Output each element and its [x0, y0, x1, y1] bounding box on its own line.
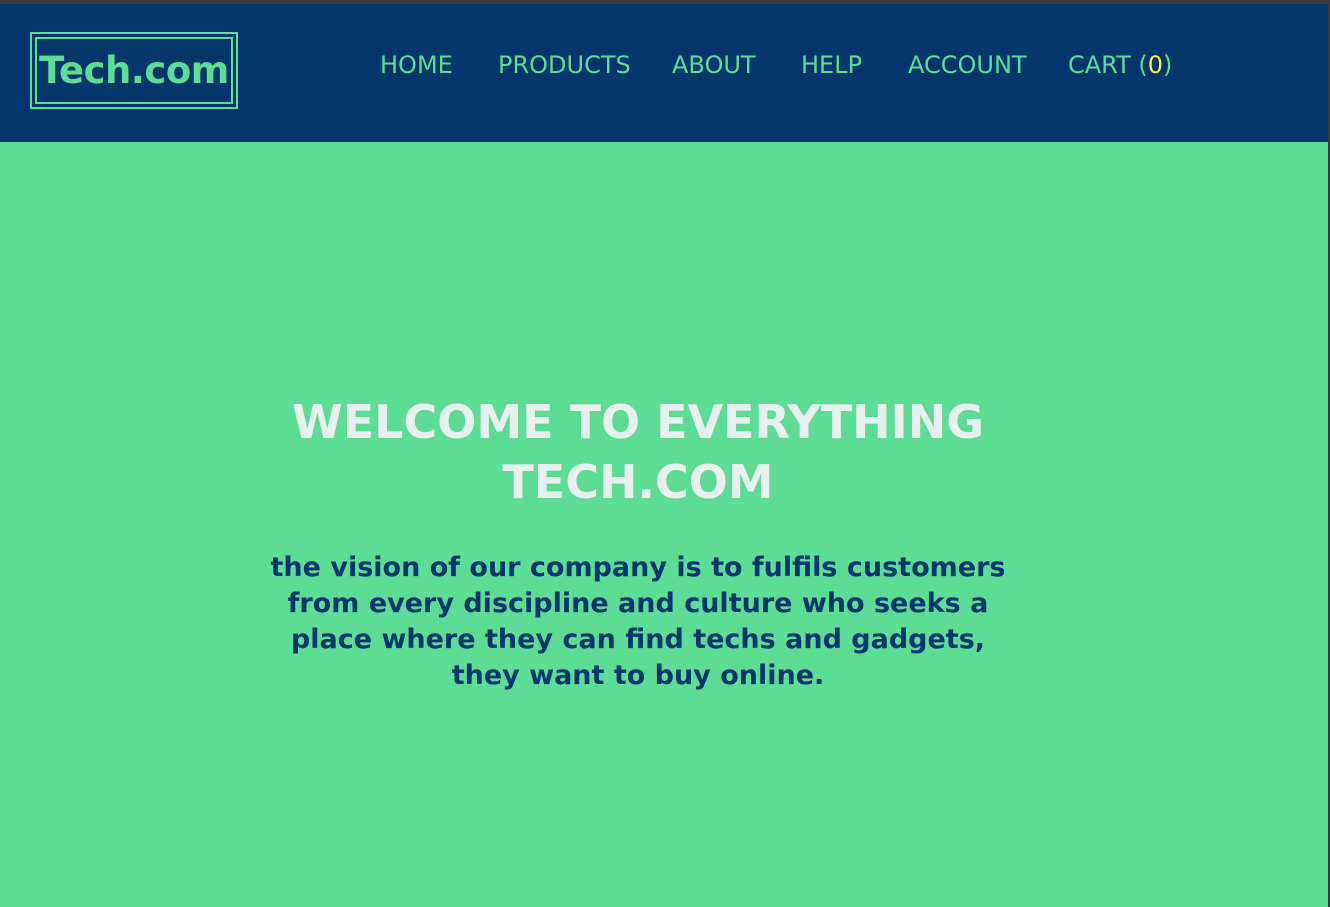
- hero-title: WELCOME TO EVERYTHING TECH.COM: [292, 395, 984, 509]
- nav-link-about[interactable]: ABOUT: [672, 48, 756, 82]
- nav-link-help[interactable]: HELP: [801, 48, 862, 82]
- nav-link-products[interactable]: PRODUCTS: [498, 48, 631, 82]
- page: Tech.com HOME PRODUCTS ABOUT HELP ACCOUN…: [0, 4, 1328, 907]
- header-bar: Tech.com HOME PRODUCTS ABOUT HELP ACCOUN…: [0, 4, 1328, 142]
- cart-label: CART (: [1068, 51, 1148, 79]
- nav-link-cart[interactable]: CART (0): [1068, 48, 1172, 82]
- nav-link-account[interactable]: ACCOUNT: [908, 48, 1027, 82]
- nav-link-home[interactable]: HOME: [380, 48, 453, 82]
- cart-label-close: ): [1163, 51, 1173, 79]
- cart-count-badge: 0: [1147, 51, 1164, 79]
- main-nav: HOME PRODUCTS ABOUT HELP ACCOUNT CART (0…: [0, 48, 1328, 82]
- hero-description: the vision of our company is to fulfils …: [270, 552, 1006, 691]
